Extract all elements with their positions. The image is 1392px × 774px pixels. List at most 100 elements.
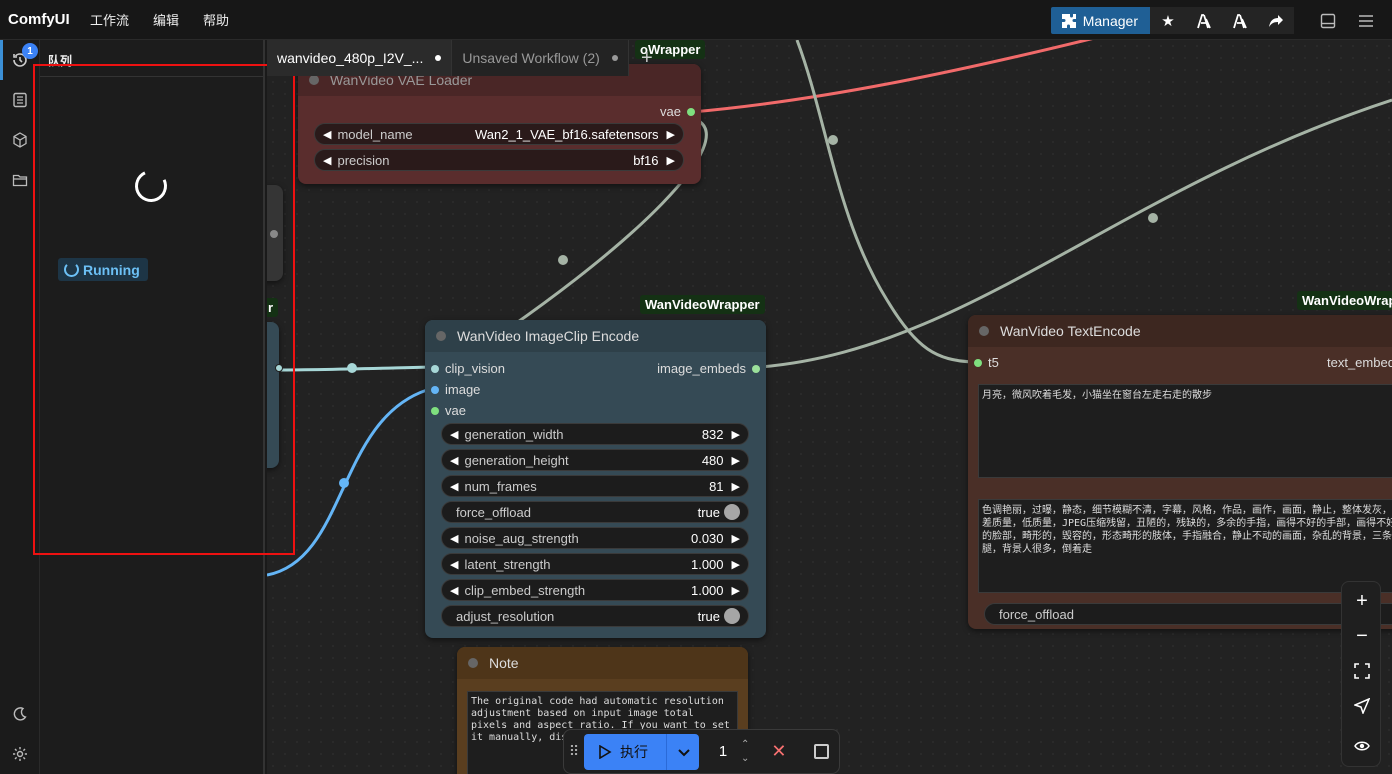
toggle-links-icon[interactable] [1342,730,1382,762]
widget-clip-embed-strength[interactable]: ◀ clip_embed_strength 1.000 ▶ [441,579,749,601]
slot-dot[interactable] [687,107,695,116]
vae-loader-node[interactable]: WanVideo VAE Loader vae ◀ model_name Wan… [298,64,701,184]
collapse-dot[interactable] [436,331,446,341]
workflows-icon[interactable] [0,160,40,200]
output-slot-text-embeds[interactable]: text_embed [1327,355,1392,370]
increment-arrow[interactable]: ▶ [667,128,675,141]
decrement-arrow[interactable]: ◀ [450,558,458,571]
collapse-dot[interactable] [468,658,478,668]
increment-arrow[interactable]: ▶ [732,454,740,467]
node-title[interactable]: WanVideo ImageClip Encode [425,320,766,352]
theme-toggle-icon[interactable] [0,694,40,734]
input-slot-vae[interactable]: vae [431,403,466,418]
badge-alt-icon[interactable] [1222,7,1258,34]
decrement-arrow[interactable]: ◀ [450,532,458,545]
widget-adjust-resolution[interactable]: adjust_resolution true [441,605,749,627]
increment-arrow[interactable]: ▶ [732,532,740,545]
increment-arrow[interactable]: ▶ [732,480,740,493]
node-title-text: WanVideo TextEncode [1000,323,1141,339]
increment-arrow[interactable]: ▶ [667,154,675,167]
slot-dot[interactable] [974,358,982,367]
drag-handle-icon[interactable]: ⠿ [564,743,584,760]
toggle-bottom-panel-icon[interactable] [1310,7,1346,34]
decrement-icon[interactable]: ⌄ [741,752,749,766]
graph-canvas[interactable]: r oWrapper WanVideo VAE Loader vae ◀ mod… [267,40,1392,774]
batch-count-input[interactable]: 1 [705,743,741,760]
zoom-out-icon[interactable]: − [1342,620,1382,652]
menu-edit[interactable]: 编辑 [153,10,179,29]
text-encode-node[interactable]: WanVideo TextEncode t5 text_embed 月亮，微风吹… [968,315,1392,629]
select-mode-icon[interactable] [1342,690,1382,722]
decrement-arrow[interactable]: ◀ [323,154,331,167]
widget-model-name[interactable]: ◀ model_name Wan2_1_VAE_bf16.safetensors… [314,123,684,145]
positive-prompt-textarea[interactable]: 月亮，微风吹着毛发，小猫坐在窗台左走右走的散步 [978,384,1392,478]
toggle-knob[interactable] [724,504,740,520]
imageclip-encode-node[interactable]: WanVideo ImageClip Encode clip_vision im… [425,320,766,638]
manager-button[interactable]: Manager [1050,7,1150,34]
top-menu-bar: ComfyUI 工作流 编辑 帮助 Manager ★ [0,0,1392,40]
share-icon[interactable] [1258,7,1294,34]
input-slot-image[interactable]: image [431,382,480,397]
zoom-in-icon[interactable]: + [1342,585,1382,617]
widget-generation-width[interactable]: ◀ generation_width 832 ▶ [441,423,749,445]
collapse-dot[interactable] [979,326,989,336]
partial-node-top[interactable] [267,185,283,281]
run-button[interactable]: 执行 [584,733,699,770]
settings-icon[interactable] [0,734,40,774]
collapse-dot[interactable] [309,75,319,85]
increment-arrow[interactable]: ▶ [732,558,740,571]
input-slot-t5[interactable]: t5 [974,355,999,370]
menu-help[interactable]: 帮助 [203,10,229,29]
widget-noise-aug-strength[interactable]: ◀ noise_aug_strength 0.030 ▶ [441,527,749,549]
cancel-run-icon[interactable]: ✕ [771,741,786,762]
slot-label: vae [660,104,681,119]
output-slot-image-embeds[interactable]: image_embeds [657,361,760,376]
star-icon[interactable]: ★ [1150,7,1186,34]
increment-icon[interactable]: ⌃ [741,738,749,752]
output-slot-vae[interactable]: vae [660,104,695,119]
decrement-arrow[interactable]: ◀ [450,428,458,441]
widget-label: force_offload [999,606,1074,622]
widget-precision[interactable]: ◀ precision bf16 ▶ [314,149,684,171]
badge-icon[interactable] [1186,7,1222,34]
clip-output-slot[interactable] [275,364,283,372]
slot-dot[interactable] [431,385,439,394]
widget-value: bf16 [633,152,659,168]
widget-latent-strength[interactable]: ◀ latent_strength 1.000 ▶ [441,553,749,575]
widget-force-offload[interactable]: force_offload true [441,501,749,523]
decrement-arrow[interactable]: ◀ [450,584,458,597]
decrement-arrow[interactable]: ◀ [450,480,458,493]
batch-count-stepper[interactable]: ⌃ ⌄ [741,738,749,766]
toggle-knob[interactable] [724,608,740,624]
input-slot-clip-vision[interactable]: clip_vision [431,361,505,376]
output-slot[interactable] [270,230,278,238]
widget-generation-height[interactable]: ◀ generation_height 480 ▶ [441,449,749,471]
increment-arrow[interactable]: ▶ [732,428,740,441]
add-tab-icon[interactable]: + [629,40,665,76]
node-library-icon[interactable] [0,80,40,120]
chevron-down-icon[interactable] [677,745,691,759]
widget-force-offload-text[interactable]: force_offload [984,603,1392,625]
sidebar-item-queue[interactable]: 1 [0,40,40,80]
fit-view-icon[interactable] [1342,655,1382,687]
negative-prompt-textarea[interactable]: 色调艳丽，过曝，静态，细节模糊不清，字幕，风格，作品，画作，画面，静止，整体发灰… [978,499,1392,593]
node-title[interactable]: WanVideo TextEncode [968,315,1392,347]
slot-dot[interactable] [752,364,760,373]
decrement-arrow[interactable]: ◀ [450,454,458,467]
slot-dot[interactable] [431,406,439,415]
model-library-icon[interactable] [0,120,40,160]
status-text: Running [83,261,140,278]
widget-num-frames[interactable]: ◀ num_frames 81 ▶ [441,475,749,497]
tab-unsaved-workflow[interactable]: Unsaved Workflow (2) [452,40,629,76]
loading-spinner-icon [130,165,172,207]
stop-queue-icon[interactable] [814,744,830,759]
tab-wanvideo[interactable]: wanvideo_480p_I2V_... [267,40,453,76]
app-brand: ComfyUI [8,11,70,28]
decrement-arrow[interactable]: ◀ [323,128,331,141]
increment-arrow[interactable]: ▶ [732,584,740,597]
node-title[interactable]: Note [457,647,748,679]
hamburger-menu-icon[interactable] [1348,7,1384,34]
menu-workflow[interactable]: 工作流 [90,10,129,29]
partial-node-clip[interactable] [267,322,283,468]
slot-dot[interactable] [431,364,439,373]
